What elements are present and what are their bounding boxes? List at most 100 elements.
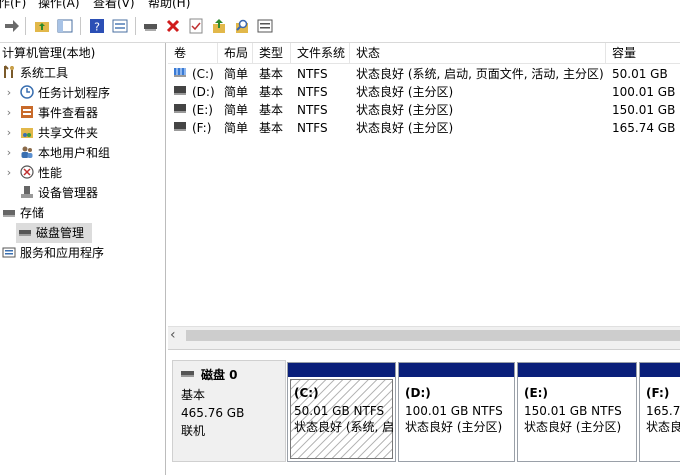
partition-d[interactable]: (D:) 100.01 GB NTFS 状态良好 (主分区) — [398, 362, 515, 462]
performance-icon — [20, 165, 34, 179]
tree-item-event-viewer[interactable]: › 事件查看器 — [4, 103, 98, 123]
partition-status: 状态良好 (主分区) — [524, 420, 622, 434]
partition-label: (E:) — [524, 386, 548, 400]
partition-label: (C:) — [294, 386, 319, 400]
export-icon[interactable] — [209, 16, 229, 36]
layout-cell: 简单 — [224, 103, 249, 117]
tree-root[interactable]: 计算机管理(本地) — [2, 43, 95, 63]
column-status[interactable]: 状态 — [350, 43, 606, 63]
status-cell: 状态良好 (主分区) — [356, 85, 454, 99]
tree-item-local-users[interactable]: › 本地用户和组 — [4, 143, 110, 163]
users-icon — [21, 146, 33, 158]
table-row[interactable]: (D:) 简单 基本 NTFS 状态良好 (主分区) 100.01 GB — [168, 83, 680, 101]
column-volume[interactable]: 卷 — [168, 43, 218, 63]
chevron-right-icon[interactable]: › — [4, 123, 14, 143]
disk-type: 基本 — [181, 388, 206, 402]
up-folder-icon[interactable] — [32, 16, 52, 36]
drive-icon — [174, 104, 186, 113]
capacity-cell: 100.01 GB — [612, 85, 676, 99]
filesystem-cell: NTFS — [297, 103, 328, 117]
type-cell: 基本 — [259, 121, 284, 135]
tree-item-performance[interactable]: › 性能 — [4, 163, 62, 183]
navigation-tree: 计算机管理(本地) 系统工具 › 任务计划程序 › 事件查看器 › 共享文件夹 … — [0, 43, 166, 475]
volume-cell: (C:) — [168, 65, 214, 83]
column-filesystem[interactable]: 文件系统 — [291, 43, 350, 63]
status-cell: 状态良好 (系统, 启动, 页面文件, 活动, 主分区) — [356, 67, 604, 81]
tree-item-device-manager[interactable]: 设备管理器 — [20, 183, 98, 203]
drive-icon — [174, 122, 186, 131]
partition-status: 状态良好 (系统, 启 — [294, 420, 395, 434]
help-icon[interactable]: ? — [87, 16, 107, 36]
tools-icon — [4, 65, 14, 78]
capacity-cell: 150.01 GB — [612, 103, 676, 117]
properties-view-icon[interactable] — [110, 16, 130, 36]
search-icon[interactable] — [232, 16, 252, 36]
tree-item-task-scheduler[interactable]: › 任务计划程序 — [4, 83, 110, 103]
table-row[interactable]: (F:) 简单 基本 NTFS 状态良好 (主分区) 165.74 GB — [168, 119, 680, 137]
partition-size: 50.01 GB NTFS — [294, 404, 385, 418]
chevron-right-icon[interactable]: › — [4, 163, 14, 183]
connect-drive-icon[interactable] — [141, 16, 161, 36]
layout-cell: 简单 — [224, 85, 249, 99]
menu-view[interactable]: 查看(V) — [93, 0, 135, 10]
menu-action[interactable]: 操作(A) — [38, 0, 80, 10]
disk-size: 465.76 GB — [181, 406, 245, 420]
volume-cell: (E:) — [168, 101, 213, 119]
filesystem-cell: NTFS — [297, 85, 328, 99]
partition-e[interactable]: (E:) 150.01 GB NTFS 状态良好 (主分区) — [517, 362, 637, 462]
disk-name: 磁盘 0 — [181, 367, 238, 383]
type-cell: 基本 — [259, 67, 284, 81]
capacity-cell: 50.01 GB — [612, 67, 668, 81]
type-cell: 基本 — [259, 103, 284, 117]
column-type[interactable]: 类型 — [253, 43, 291, 63]
status-cell: 状态良好 (主分区) — [356, 103, 454, 117]
services-icon — [2, 247, 16, 258]
volume-cell: (F:) — [168, 119, 211, 137]
layout-cell: 简单 — [224, 121, 249, 135]
scrollbar-thumb[interactable] — [186, 330, 680, 341]
svg-text:?: ? — [94, 21, 100, 34]
system-drive-icon — [174, 68, 186, 77]
capacity-cell: 165.74 GB — [612, 121, 676, 135]
chevron-right-icon[interactable]: › — [4, 83, 14, 103]
horizontal-scrollbar[interactable]: ‹ — [168, 326, 680, 344]
chevron-right-icon[interactable]: › — [4, 103, 14, 123]
disk-0-label[interactable]: 磁盘 0 基本 465.76 GB 联机 — [172, 360, 286, 462]
partition-f[interactable]: (F:) 165.74 状态良好 — [639, 362, 680, 462]
pane-splitter[interactable] — [168, 343, 680, 350]
partition-size: 150.01 GB NTFS — [524, 404, 622, 418]
partition-size: 100.01 GB NTFS — [405, 404, 503, 418]
tree-item-shared-folders[interactable]: › 共享文件夹 — [4, 123, 98, 143]
partition-label: (D:) — [405, 386, 431, 400]
layout-cell: 简单 — [224, 67, 249, 81]
disk-icon — [181, 371, 194, 377]
clock-icon — [20, 85, 34, 99]
partition-status: 状态良好 — [646, 420, 680, 434]
column-capacity[interactable]: 容量 — [606, 43, 680, 63]
type-cell: 基本 — [259, 85, 284, 99]
filesystem-cell: NTFS — [297, 121, 328, 135]
column-layout[interactable]: 布局 — [218, 43, 253, 63]
forward-arrow-icon[interactable] — [2, 16, 22, 36]
scroll-left-icon[interactable]: ‹ — [170, 327, 176, 343]
status-cell: 状态良好 (主分区) — [356, 121, 454, 135]
delete-icon[interactable] — [163, 16, 183, 36]
partition-size: 165.74 — [646, 404, 680, 418]
tree-item-system-tools[interactable]: 系统工具 — [2, 63, 68, 83]
tree-item-storage[interactable]: 存储 — [2, 203, 44, 223]
tree-item-disk-management[interactable]: 磁盘管理 — [16, 223, 92, 243]
show-tree-icon[interactable] — [55, 16, 75, 36]
toolbar: ? — [0, 10, 680, 43]
menu-bar: 作(F) 操作(A) 查看(V) 帮助(H) — [0, 0, 680, 10]
check-properties-icon[interactable] — [186, 16, 206, 36]
partition-c[interactable]: (C:) 50.01 GB NTFS 状态良好 (系统, 启 — [287, 362, 396, 462]
menu-file[interactable]: 作(F) — [0, 0, 26, 10]
chevron-right-icon[interactable]: › — [4, 143, 14, 163]
tree-item-services-apps[interactable]: 服务和应用程序 — [2, 243, 104, 263]
table-row[interactable]: (C:) 简单 基本 NTFS 状态良好 (系统, 启动, 页面文件, 活动, … — [168, 65, 680, 83]
table-row[interactable]: (E:) 简单 基本 NTFS 状态良好 (主分区) 150.01 GB — [168, 101, 680, 119]
list-view-icon[interactable] — [255, 16, 275, 36]
event-log-icon — [21, 106, 33, 118]
filesystem-cell: NTFS — [297, 67, 328, 81]
menu-help[interactable]: 帮助(H) — [148, 0, 190, 10]
